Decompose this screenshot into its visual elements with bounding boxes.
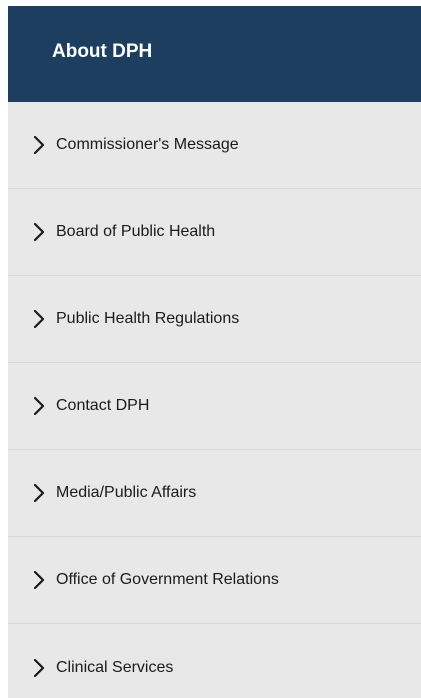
chevron-right-icon xyxy=(30,658,48,678)
sidebar-item-commissioners-message[interactable]: Commissioner's Message xyxy=(8,102,421,189)
sidebar-item-label: Clinical Services xyxy=(56,658,174,676)
sidebar-item-label: Public Health Regulations xyxy=(56,310,240,327)
chevron-right-icon xyxy=(30,570,48,590)
sidebar-header: About DPH xyxy=(8,6,421,102)
sidebar-item-label: Media/Public Affairs xyxy=(56,484,197,501)
sidebar-item-label: Contact DPH xyxy=(56,397,150,414)
sidebar-list: Commissioner's Message Board of Public H… xyxy=(8,102,421,698)
sidebar-item-media-public-affairs[interactable]: Media/Public Affairs xyxy=(8,450,421,537)
sidebar-item-label: Board of Public Health xyxy=(56,223,216,240)
chevron-right-icon xyxy=(30,309,48,329)
chevron-right-icon xyxy=(30,396,48,416)
sidebar-item-label: Commissioner's Message xyxy=(56,136,239,153)
chevron-right-icon xyxy=(30,135,48,155)
sidebar-item-public-health-regulations[interactable]: Public Health Regulations xyxy=(8,276,421,363)
sidebar-nav: About DPH Commissioner's Message Board o… xyxy=(8,6,421,698)
sidebar-item-board-of-public-health[interactable]: Board of Public Health xyxy=(8,189,421,276)
chevron-right-icon xyxy=(30,483,48,503)
sidebar-item-label: Office of Government Relations xyxy=(56,571,279,588)
sidebar-item-clinical-services[interactable]: Clinical Services xyxy=(8,624,421,698)
chevron-right-icon xyxy=(30,222,48,242)
sidebar-title: About DPH xyxy=(52,41,153,62)
sidebar-item-contact-dph[interactable]: Contact DPH xyxy=(8,363,421,450)
sidebar-item-office-of-government-relations[interactable]: Office of Government Relations xyxy=(8,537,421,624)
